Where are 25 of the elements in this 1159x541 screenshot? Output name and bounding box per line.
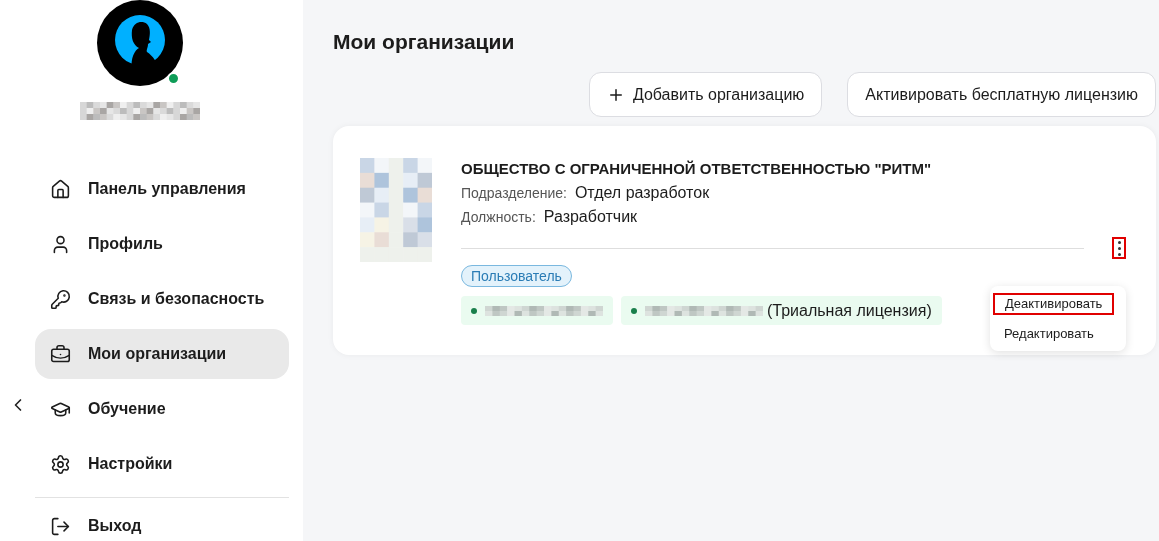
field-value: Отдел разработок	[574, 183, 710, 203]
field-label: Подразделение:	[461, 184, 567, 203]
key-icon	[50, 288, 71, 310]
gear-icon	[50, 453, 71, 475]
field-value: Разработчик	[543, 207, 638, 227]
sidebar-item[interactable]: Панель управления	[35, 164, 289, 214]
briefcase-icon	[50, 343, 71, 365]
role-tag: Пользователь	[461, 265, 572, 287]
organization-name: ОБЩЕСТВО С ОГРАНИЧЕННОЙ ОТВЕТСТВЕННОСТЬЮ "РИТМ"	[461, 159, 933, 179]
field-label: Должность:	[461, 208, 536, 227]
sidebar-item[interactable]: Настройки	[35, 439, 289, 489]
license-note: (Триальная лицензия)	[767, 300, 932, 321]
sidebar-item[interactable]: Мои организации	[35, 329, 289, 379]
logout-item[interactable]: Выход	[35, 501, 289, 541]
menu-item[interactable]: Деактивировать	[993, 293, 1115, 315]
add-organization-button[interactable]: Добавить организацию	[588, 72, 823, 117]
more-options-button[interactable]	[1114, 239, 1124, 257]
activate-license-button[interactable]: Активировать бесплатную лицензию	[847, 72, 1156, 117]
sidebar-item[interactable]: Связь и безопасность	[35, 274, 289, 324]
logout-icon	[50, 515, 71, 537]
sidebar-item[interactable]: Обучение	[35, 384, 289, 434]
sidebar-item[interactable]: Профиль	[35, 219, 289, 269]
menu-item[interactable]: Редактировать	[992, 322, 1124, 344]
page-title: Мои организации	[333, 29, 516, 55]
house-icon	[50, 178, 71, 200]
